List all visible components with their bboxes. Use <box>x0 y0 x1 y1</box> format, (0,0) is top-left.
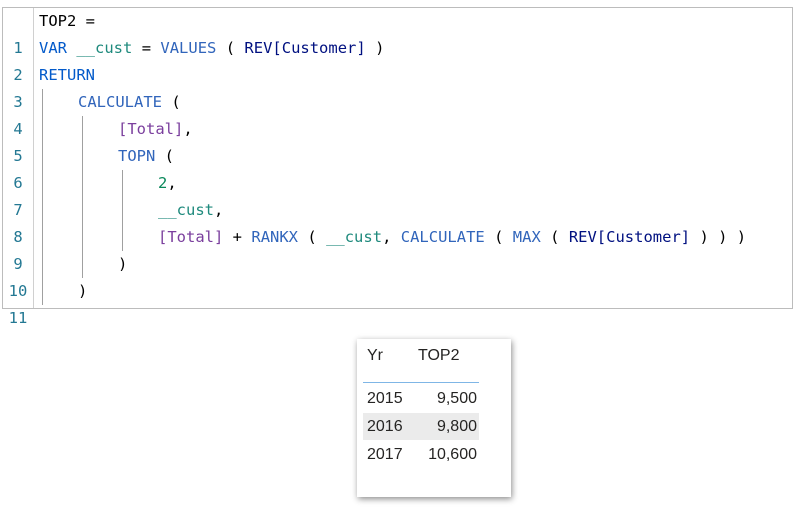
code-line[interactable]: 1 TOP2 = <box>3 8 792 57</box>
header-divider <box>363 382 479 383</box>
function-token: MAX <box>512 228 541 246</box>
number-token: 2 <box>158 174 168 192</box>
column-token: REV[Customer] <box>244 39 366 57</box>
table-row[interactable]: 2016 9,800 <box>363 413 479 440</box>
function-token: CALCULATE <box>78 93 162 111</box>
code-token: TOP2 = <box>39 12 95 30</box>
paren-token: ( <box>171 93 181 111</box>
function-token: CALCULATE <box>400 228 485 246</box>
column-token: REV[Customer] <box>568 228 691 246</box>
paren-token: ( <box>494 228 504 246</box>
measure-token: [Total] <box>158 228 224 246</box>
code-line[interactable]: 6 TOPN ( <box>3 143 792 192</box>
variable-token: __cust <box>158 201 214 219</box>
code-line[interactable]: 2 VAR __cust = VALUES ( REV[Customer] ) <box>3 35 792 84</box>
paren-token: ) ) ) <box>699 228 747 246</box>
paren-token: ) <box>375 39 385 57</box>
comma-token: , <box>382 228 392 246</box>
dax-code-editor[interactable]: 1 TOP2 = 2 VAR __cust = VALUES ( REV[Cus… <box>2 7 793 327</box>
cell-top2: 9,500 <box>436 390 477 407</box>
paren-token: ( <box>550 228 560 246</box>
code-line[interactable]: 3 RETURN <box>3 62 792 111</box>
paren-token: ( <box>307 228 317 246</box>
paren-token: ( <box>164 147 175 165</box>
code-line[interactable]: 5 [Total], <box>3 116 792 165</box>
comma-token: , <box>167 174 177 192</box>
cell-yr: 2016 <box>367 418 403 435</box>
code-line[interactable]: 9 [Total] + RANKX ( __cust, CALCULATE ( … <box>3 224 792 273</box>
keyword-token: RETURN <box>39 66 95 84</box>
function-token: TOPN <box>118 147 156 165</box>
cell-top2: 9,800 <box>436 418 477 435</box>
comma-token: , <box>214 201 224 219</box>
paren-token: ( <box>225 39 236 57</box>
table-visual[interactable]: Yr TOP2 2015 9,500 2016 9,800 2017 10,60… <box>357 339 511 497</box>
line-number: 11 <box>8 309 28 327</box>
column-header-yr[interactable]: Yr <box>367 347 383 365</box>
cell-yr: 2017 <box>367 446 403 463</box>
paren-token: ) <box>78 282 88 300</box>
measure-token: [Total] <box>118 120 184 138</box>
function-token: RANKX <box>251 228 299 246</box>
operator-token: = <box>141 39 152 57</box>
table-row[interactable]: 2015 9,500 <box>363 385 479 412</box>
table-row[interactable]: 2017 10,600 <box>363 441 479 468</box>
operator-token: + <box>232 228 243 246</box>
code-line[interactable]: 10 ) <box>3 251 792 300</box>
code-line[interactable]: 4 CALCULATE ( <box>3 89 792 138</box>
variable-token: __cust <box>76 39 133 57</box>
column-header-top2[interactable]: TOP2 <box>418 347 460 365</box>
paren-token: ) <box>118 255 128 273</box>
comma-token: , <box>183 120 193 138</box>
keyword-token: VAR <box>39 39 67 57</box>
code-line[interactable]: 7 2, <box>3 170 792 219</box>
code-line[interactable]: 8 __cust, <box>3 197 792 246</box>
cell-yr: 2015 <box>367 390 403 407</box>
variable-token: __cust <box>326 228 383 246</box>
function-token: VALUES <box>160 39 217 57</box>
code-line[interactable]: 11 ) <box>3 278 792 327</box>
cell-top2: 10,600 <box>428 446 477 463</box>
